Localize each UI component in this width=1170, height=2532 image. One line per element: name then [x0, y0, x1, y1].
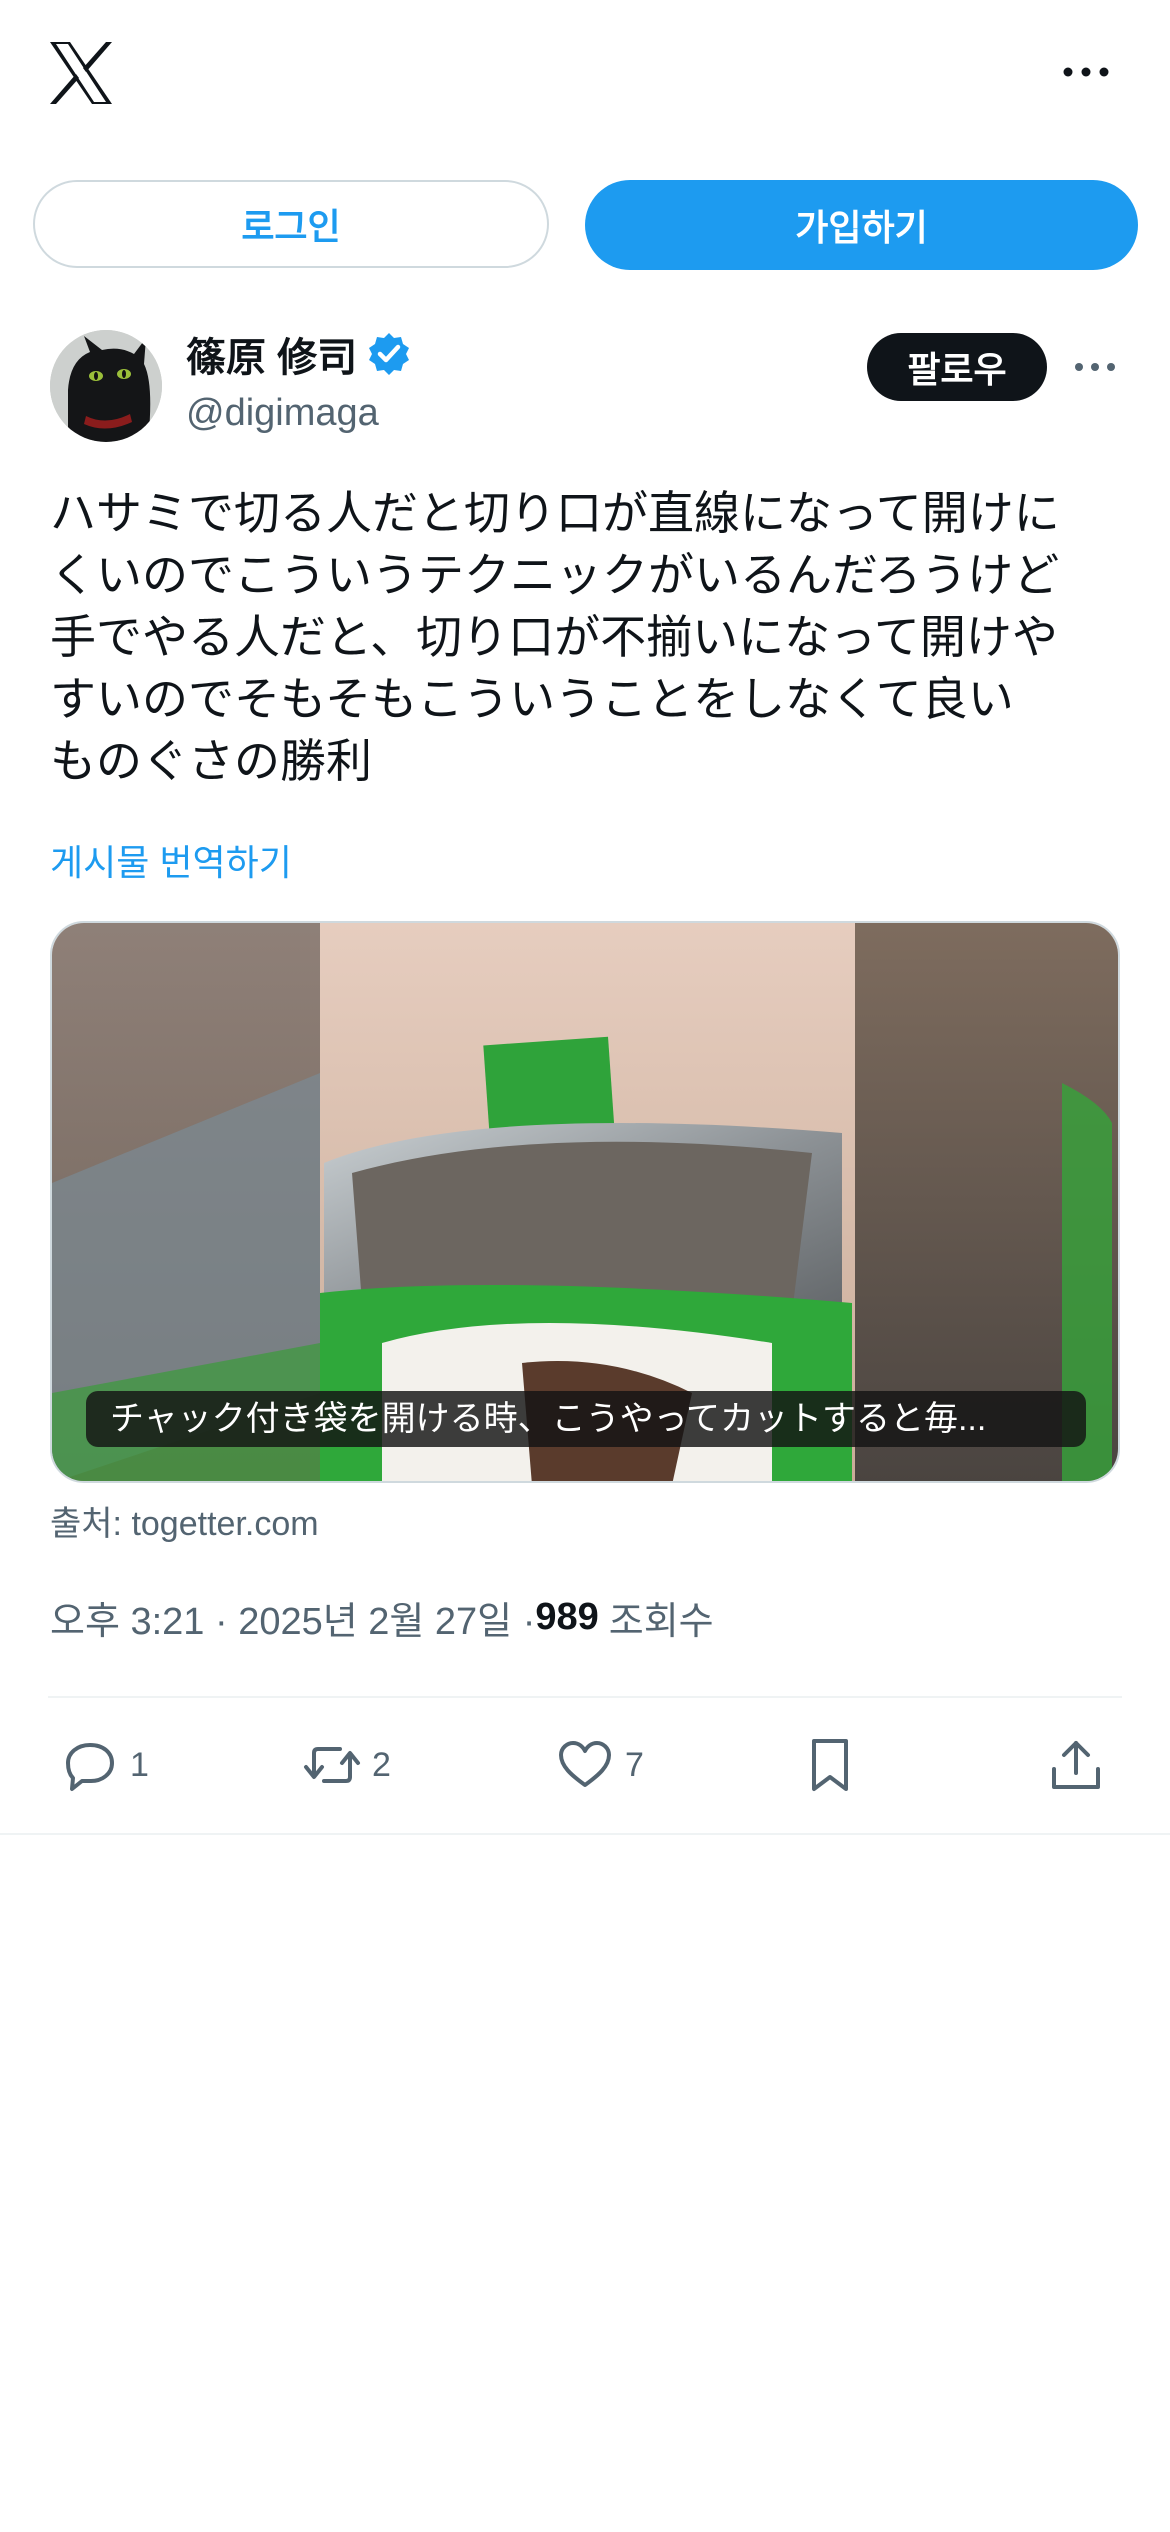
more-horizontal-icon[interactable] [1060, 52, 1112, 92]
views-count: 989 [535, 1596, 599, 1638]
post-timestamp[interactable]: 오후 3:21 · 2025년 2월 27일 · [50, 1590, 535, 1645]
auth-bar: 로그인 가입하기 [0, 180, 1170, 272]
post-actions: 1 2 7 [0, 1730, 1170, 1800]
divider [0, 1833, 1170, 1835]
login-button[interactable]: 로그인 [33, 180, 549, 268]
reply-count: 1 [130, 1745, 149, 1784]
author-name-row: 篠原 修司 [186, 326, 413, 382]
share-button[interactable] [1046, 1730, 1106, 1800]
follow-button[interactable]: 팔로우 [867, 333, 1047, 401]
like-button[interactable]: 7 [555, 1730, 644, 1800]
heart-icon [559, 1741, 611, 1787]
repost-count: 2 [372, 1745, 391, 1784]
post-more-icon[interactable] [1072, 352, 1118, 382]
media-source[interactable]: 출처: togetter.com [50, 1496, 319, 1545]
top-bar [0, 0, 1170, 150]
x-logo-icon[interactable] [46, 38, 116, 108]
bookmark-button[interactable] [800, 1730, 860, 1800]
repost-button[interactable]: 2 [302, 1730, 391, 1800]
repost-icon [304, 1747, 360, 1783]
post-timestamp-row: 오후 3:21 · 2025년 2월 27일 · 989 조회수 [50, 1590, 714, 1645]
avatar[interactable] [50, 330, 162, 442]
author-display-name[interactable]: 篠原 修司 [186, 325, 357, 383]
video-caption: チャック付き袋を開ける時、こうやってカットすると毎... [86, 1391, 1086, 1447]
post-text: ハサミで切る人だと切り口が直線になって開けに くいのでこういうテクニックがいるん… [50, 487, 1060, 787]
verified-badge-icon [369, 333, 410, 375]
divider [48, 1696, 1122, 1698]
post-media-video[interactable]: チャック付き袋を開ける時、こうやってカットすると毎... [50, 921, 1120, 1483]
like-count: 7 [625, 1745, 644, 1784]
translate-post-link[interactable]: 게시물 번역하기 [50, 834, 292, 886]
share-icon [1052, 1741, 1100, 1789]
signup-button[interactable]: 가입하기 [585, 180, 1138, 270]
author-handle[interactable]: @digimaga [186, 392, 379, 435]
bookmark-icon [812, 1739, 848, 1791]
reply-button[interactable]: 1 [60, 1730, 149, 1800]
views-label: 조회수 [608, 1601, 714, 1643]
reply-icon [66, 1743, 114, 1791]
